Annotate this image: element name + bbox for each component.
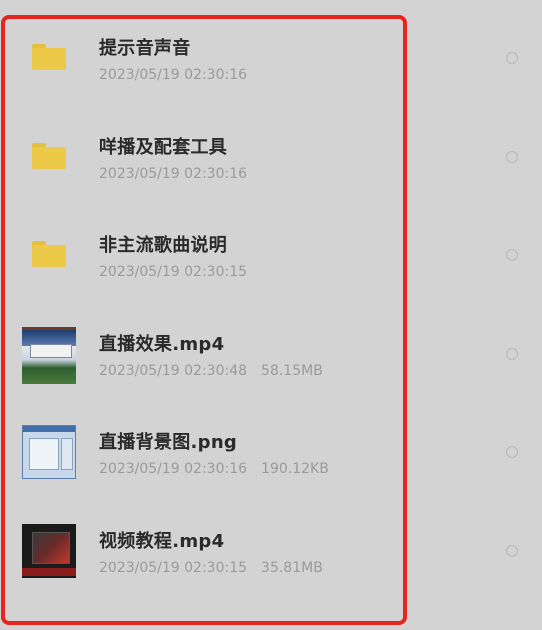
file-meta: 2023/05/19 02:30:48 58.15MB xyxy=(99,363,323,379)
file-name: 提示音声音 xyxy=(99,38,191,59)
file-date: 2023/05/19 02:30:16 xyxy=(99,461,248,477)
file-list: 提示音声音 2023/05/19 02:30:16 咩播及配套工具 2023/0… xyxy=(0,10,542,601)
file-row-video-2[interactable]: 视频教程.mp4 2023/05/19 02:30:15 35.81MB xyxy=(0,503,542,602)
select-radio[interactable] xyxy=(506,249,518,261)
select-radio[interactable] xyxy=(506,150,518,163)
file-meta: 2023/05/19 02:30:15 35.81MB xyxy=(99,560,323,576)
file-size: 35.81MB xyxy=(261,559,323,576)
video-thumbnail xyxy=(22,326,76,384)
file-row-image[interactable]: 直播背景图.png 2023/05/19 02:30:16 190.12KB xyxy=(0,404,542,503)
folder-icon xyxy=(32,44,66,70)
file-date: 2023/05/19 02:30:15 xyxy=(99,264,248,280)
file-meta: 2023/05/19 02:30:15 xyxy=(99,264,247,280)
file-row-video-1[interactable]: 直播效果.mp4 2023/05/19 02:30:48 58.15MB xyxy=(0,306,542,405)
file-name: 直播效果.mp4 xyxy=(99,333,225,355)
file-row-folder-2[interactable]: 咩播及配套工具 2023/05/19 02:30:16 xyxy=(0,109,542,208)
select-radio[interactable] xyxy=(506,446,518,458)
folder-icon xyxy=(32,241,66,267)
select-radio[interactable] xyxy=(506,52,518,64)
file-row-folder-1[interactable]: 提示音声音 2023/05/19 02:30:16 xyxy=(0,10,542,109)
select-radio[interactable] xyxy=(506,544,518,557)
file-date: 2023/05/19 02:30:16 xyxy=(99,165,248,182)
file-name: 咩播及配套工具 xyxy=(99,136,228,158)
file-row-folder-3[interactable]: 非主流歌曲说明 2023/05/19 02:30:15 xyxy=(0,207,542,306)
file-name: 非主流歌曲说明 xyxy=(99,235,228,256)
file-name: 视频教程.mp4 xyxy=(99,530,225,552)
file-browser-screen: 提示音声音 2023/05/19 02:30:16 咩播及配套工具 2023/0… xyxy=(0,0,542,630)
file-meta: 2023/05/19 02:30:16 xyxy=(99,166,247,182)
file-date: 2023/05/19 02:30:15 xyxy=(99,559,248,576)
file-size: 58.15MB xyxy=(261,362,323,379)
file-name: 直播背景图.png xyxy=(99,432,238,453)
file-size: 190.12KB xyxy=(261,461,329,477)
video-thumbnail xyxy=(22,523,76,578)
folder-icon xyxy=(32,142,66,169)
select-radio[interactable] xyxy=(506,347,518,360)
file-date: 2023/05/19 02:30:48 xyxy=(99,362,248,379)
file-date: 2023/05/19 02:30:16 xyxy=(99,67,248,83)
image-thumbnail xyxy=(22,425,76,479)
file-meta: 2023/05/19 02:30:16 190.12KB xyxy=(99,461,329,477)
file-meta: 2023/05/19 02:30:16 xyxy=(99,67,247,83)
